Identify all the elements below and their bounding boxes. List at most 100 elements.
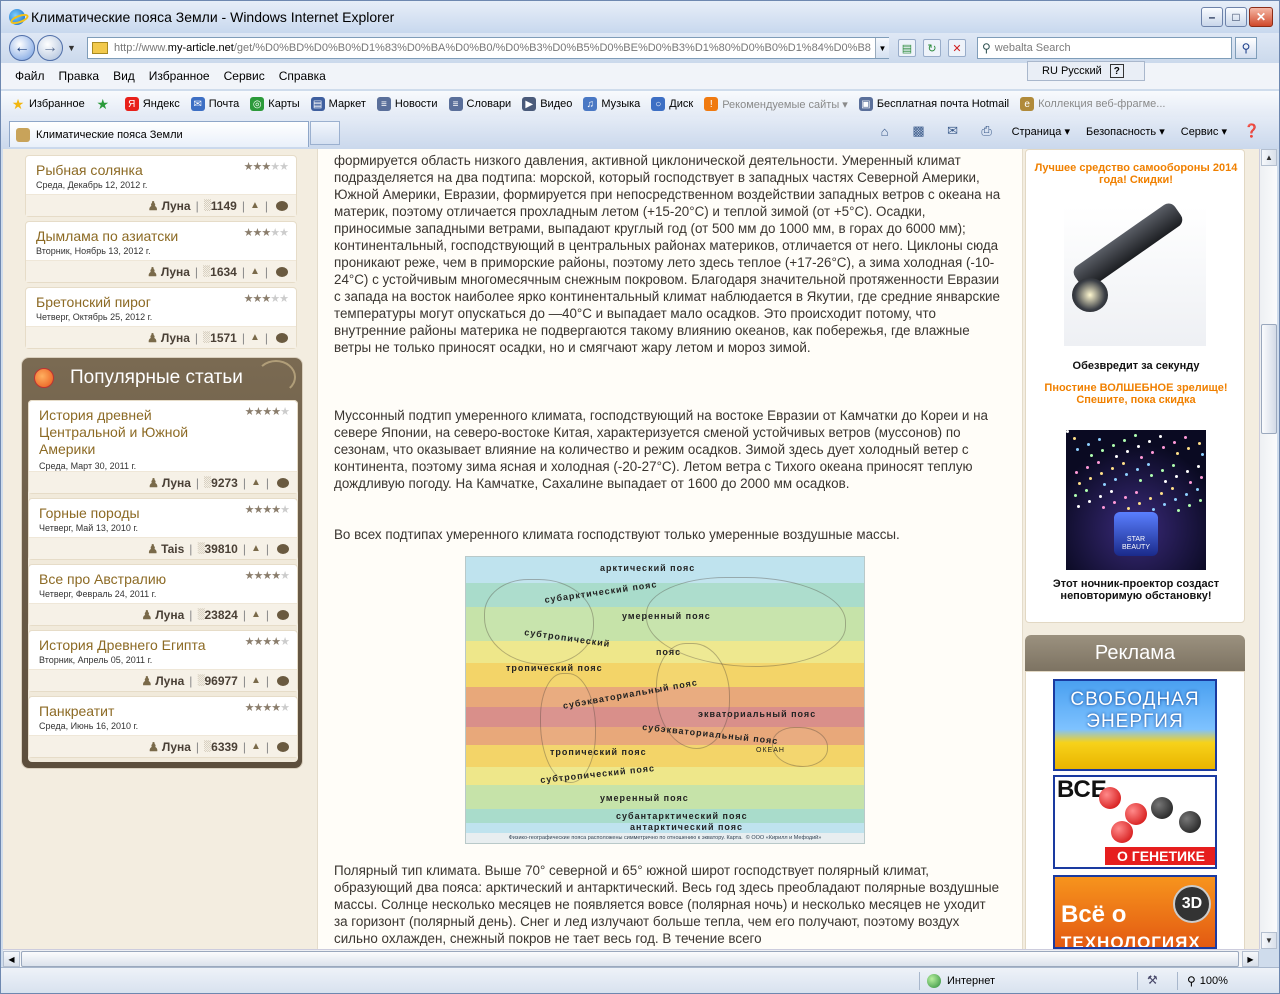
forward-button[interactable]: → [37,35,63,61]
rating-stars-icon[interactable]: ★★★★★ [245,701,290,714]
rating-stars-icon[interactable]: ★★★★★ [244,226,289,239]
card-author[interactable]: Луна [155,608,184,622]
menu-file[interactable]: Файл [15,69,45,83]
banner-3d-technology[interactable]: Всё о 3D ТЕХНОЛОГИЯХ [1053,875,1217,949]
zoom-control[interactable]: ⚲ 100% [1187,974,1228,988]
article-card[interactable]: Дымлама по азиатски ★★★★★ Вторник, Ноябрь … [25,221,297,283]
new-tab-button[interactable] [310,121,340,145]
menu-view[interactable]: Вид [113,69,135,83]
comments-icon[interactable] [277,543,289,554]
title-bar[interactable]: Климатические пояса Земли - Windows Inte… [1,1,1279,33]
menu-help[interactable]: Справка [279,69,326,83]
favorite-link-8[interactable]: ○ Диск [651,97,693,111]
search-input[interactable]: ⚲ webalta Search [977,37,1232,59]
card-title[interactable]: История Древнего Египта [39,637,206,653]
scroll-left-icon[interactable]: ◀ [3,951,20,967]
card-author[interactable]: Луна [162,199,191,213]
add-favorites-button[interactable]: ★ [96,96,114,112]
rating-stars-icon[interactable]: ★★★★★ [245,569,290,582]
page-menu[interactable]: Страница ▾ [1012,125,1070,138]
compatibility-view-icon[interactable]: ▤ [898,39,916,57]
rating-stars-icon[interactable]: ★★★★★ [245,503,290,516]
comments-icon[interactable] [277,477,289,488]
ad-flashlight-title[interactable]: Лучшее средство самообороны 2014 года! С… [1034,162,1238,186]
favorite-link-9[interactable]: ! Рекомендуемые сайты ▾ [704,97,848,111]
menu-edit[interactable]: Правка [59,69,100,83]
article-card[interactable]: Рыбная солянка ★★★★★ Среда, Декабрь 12, 20… [25,155,297,217]
card-author[interactable]: Луна [162,476,191,490]
comments-icon[interactable] [277,609,289,620]
card-title[interactable]: Горные породы [39,505,140,521]
help-menu-icon[interactable]: ❓ [1243,123,1261,139]
search-button[interactable]: ⚲ [1235,37,1257,59]
card-author[interactable]: Луна [161,265,190,279]
article-card[interactable]: Все про Австралию ★★★★★ Четверг, Февраль 2… [28,564,298,626]
ad-projector-image[interactable]: STAR BEAUTY [1066,430,1206,570]
favorite-link-6[interactable]: ▶ Видео [522,97,572,111]
comments-icon[interactable] [276,266,288,277]
card-author[interactable]: Tais [161,542,184,556]
help-icon[interactable]: ? [1109,64,1124,78]
card-title[interactable]: Панкреатит [39,703,114,719]
favorite-link-10[interactable]: ▣ Бесплатная почта Hotmail [858,97,1009,111]
favorite-link-7[interactable]: ♫ Музыка [583,97,640,111]
ad-flashlight-caption[interactable]: Обезвредит за секунду [1034,360,1238,372]
banner-genetics[interactable]: ВСЕ О ГЕНЕТИКЕ [1053,775,1217,869]
comments-icon[interactable] [276,200,288,211]
scroll-down-icon[interactable]: ▼ [1261,932,1277,949]
rating-stars-icon[interactable]: ★★★★★ [244,292,289,305]
favorite-link-0[interactable]: Я Яндекс [124,97,180,111]
feeds-icon[interactable]: ▩ [910,123,928,139]
rating-stars-icon[interactable]: ★★★★★ [245,405,290,418]
rss-icon[interactable] [34,368,54,388]
minimize-button[interactable]: – [1201,7,1223,27]
history-dropdown-icon[interactable]: ▼ [67,43,76,53]
menu-favorites[interactable]: Избранное [149,69,210,83]
card-title[interactable]: История древней Центральной и Южной Амер… [39,407,219,458]
ad-projector-title[interactable]: Пностине ВОЛШЕБНОЕ зрелище! Спешите, пок… [1034,382,1238,406]
rating-stars-icon[interactable]: ★★★★★ [244,160,289,173]
print-icon[interactable]: ⎙ [978,123,996,139]
menu-tools[interactable]: Сервис [224,69,265,83]
security-zone[interactable]: Интернет [927,974,995,988]
favorite-link-4[interactable]: ≡ Новости [376,97,438,111]
favorite-link-1[interactable]: ✉ Почта [190,97,239,111]
card-title[interactable]: Дымлама по азиатски [36,228,178,244]
article-card[interactable]: Бретонский пирог ★★★★★ Четверг, Октябрь 25… [25,287,297,349]
article-card[interactable]: Панкреатит ★★★★★ Среда, Июнь 16, 2010 г. ♟ Л… [28,696,298,758]
article-card[interactable]: История Древнего Египта ★★★★★ Вторник, Апр… [28,630,298,692]
card-author[interactable]: Луна [161,331,190,345]
tools-menu[interactable]: Сервис ▾ [1181,125,1227,138]
maximize-button[interactable]: □ [1225,7,1247,27]
comments-icon[interactable] [276,332,288,343]
vertical-scrollbar[interactable]: ▲ ▼ [1259,149,1277,949]
stop-icon[interactable]: ✕ [948,39,966,57]
favorite-link-3[interactable]: ▤ Маркет [310,97,366,111]
favorite-link-11[interactable]: e Коллекция веб-фрагме... [1020,97,1165,111]
card-author[interactable]: Луна [155,674,184,688]
comments-icon[interactable] [277,675,289,686]
ad-projector-caption[interactable]: Этот ночник-проектор создаст неповториму… [1034,578,1238,602]
back-button[interactable]: ← [9,35,35,61]
card-title[interactable]: Бретонский пирог [36,294,151,310]
address-dropdown-icon[interactable]: ▼ [875,38,889,58]
safety-menu[interactable]: Безопасность ▾ [1086,125,1165,138]
tab-active[interactable]: Климатические пояса Земли [9,121,309,147]
protected-mode-icon[interactable]: ⚒ [1147,973,1158,987]
article-card[interactable]: История древней Центральной и Южной Амер… [28,400,298,494]
horizontal-scrollbar[interactable]: ◀ ▶ [3,949,1259,967]
language-bar[interactable]: RU Русский ? [1027,61,1145,81]
address-bar[interactable]: http://www. my-article.net/get/%D0%BD%D0%… [87,37,889,59]
read-mail-icon[interactable]: ✉ [944,123,962,139]
vertical-scroll-thumb[interactable] [1261,324,1277,434]
favorite-link-5[interactable]: ≡ Словари [448,97,511,111]
card-author[interactable]: Луна [162,740,191,754]
card-title[interactable]: Рыбная солянка [36,162,143,178]
refresh-icon[interactable]: ↻ [923,39,941,57]
rating-stars-icon[interactable]: ★★★★★ [245,635,290,648]
home-icon[interactable]: ⌂ [876,123,894,139]
ad-flashlight-image[interactable] [1064,200,1206,346]
card-title[interactable]: Все про Австралию [39,571,166,587]
banner-free-energy[interactable]: СВОБОДНАЯ ЭНЕРГИЯ [1053,679,1217,771]
horizontal-scroll-thumb[interactable] [21,951,1239,967]
